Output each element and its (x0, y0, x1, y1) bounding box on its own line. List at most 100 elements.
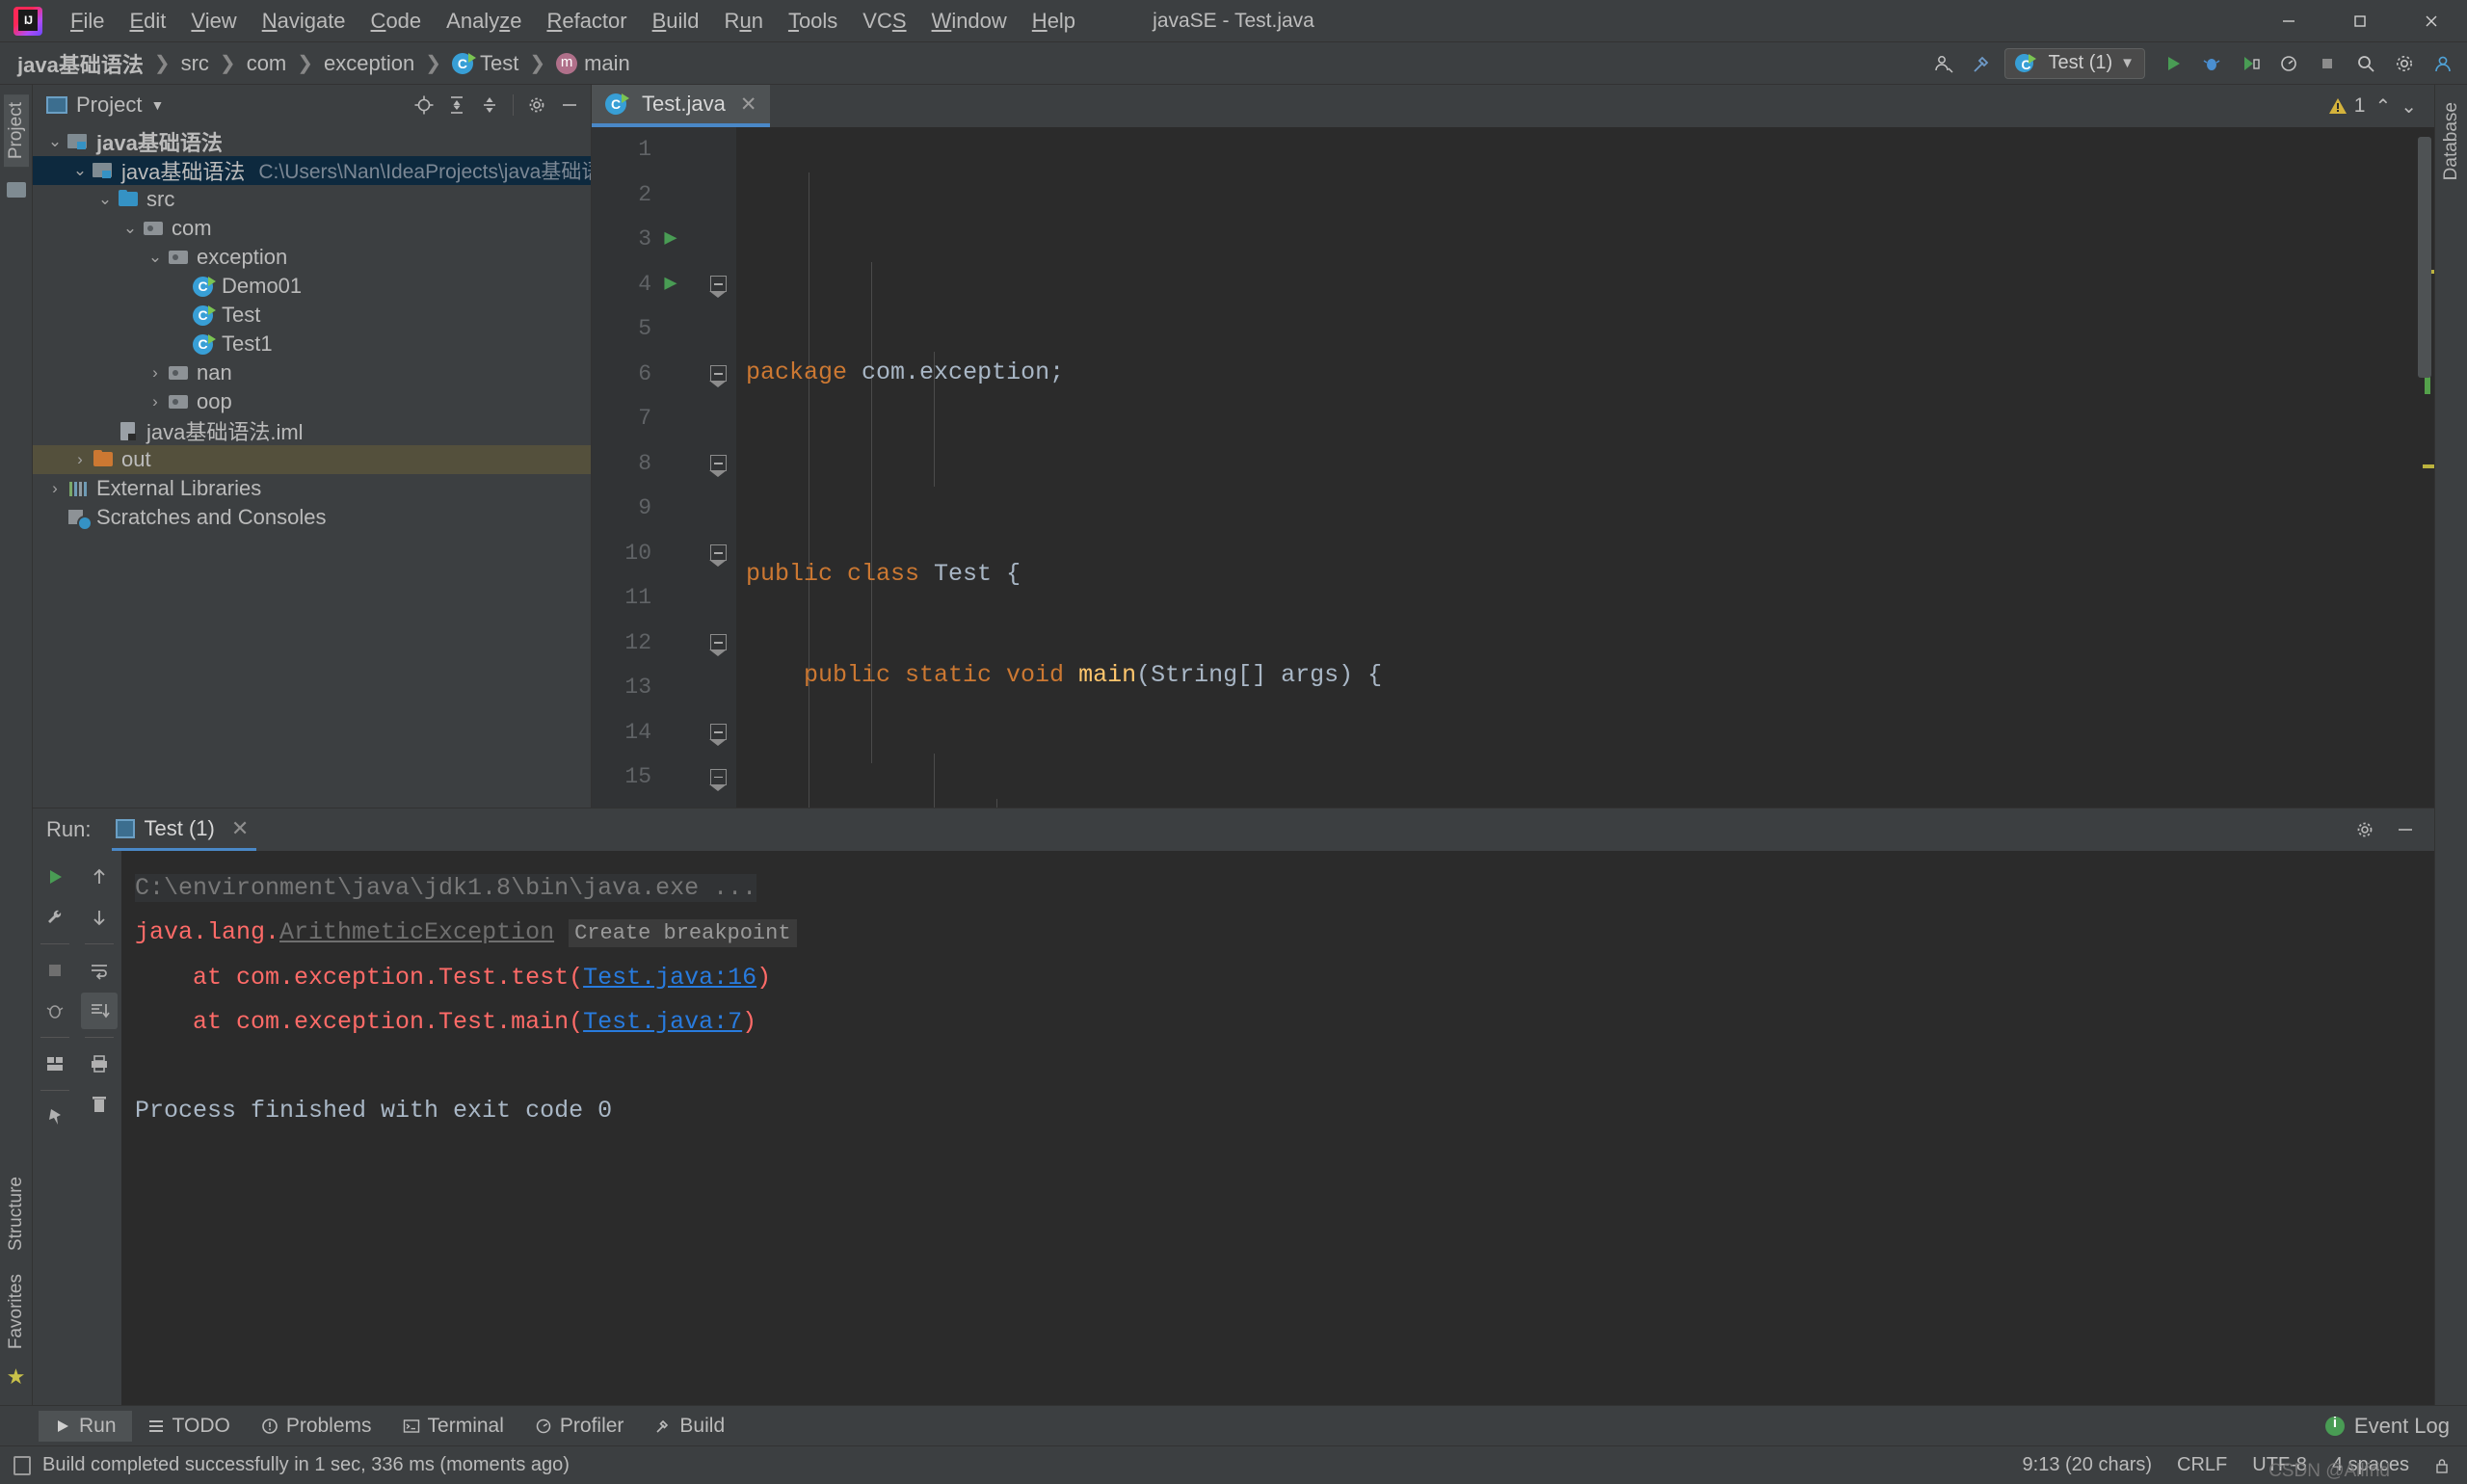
tree-row-src[interactable]: ⌄ src (33, 185, 591, 214)
tree-row-scratches[interactable]: Scratches and Consoles (33, 503, 591, 532)
scroll-to-end-icon[interactable] (81, 993, 118, 1029)
line-separator[interactable]: CRLF (2177, 1454, 2227, 1476)
close-icon[interactable]: ✕ (231, 816, 249, 841)
tool-button-todo[interactable]: TODO (132, 1411, 246, 1442)
tree-row-oop[interactable]: › oop (33, 387, 591, 416)
fold-icon[interactable] (707, 766, 729, 791)
editor-gutter[interactable]: 1 2 3 ▶ 4 ▶ 5 6 7 8 9 10 11 12 13 14 15 (592, 127, 736, 808)
console-output[interactable]: C:\environment\java\jdk1.8\bin\java.exe … (121, 851, 2434, 1405)
user-settings-icon[interactable] (1927, 47, 1960, 80)
close-icon[interactable]: ✕ (740, 93, 757, 117)
breadcrumb-item-src[interactable]: src (177, 49, 213, 78)
fold-icon[interactable] (707, 274, 729, 299)
run-icon[interactable] (2157, 47, 2189, 80)
wrench-settings-icon[interactable] (37, 899, 73, 936)
scrollbar-thumb[interactable] (2418, 137, 2431, 378)
stacktrace-link[interactable]: Test.java:16 (583, 964, 756, 992)
chevron-down-icon[interactable]: ⌄ (143, 248, 168, 267)
create-breakpoint-badge[interactable]: Create breakpoint (569, 919, 797, 947)
code-editor[interactable]: 1 2 3 ▶ 4 ▶ 5 6 7 8 9 10 11 12 13 14 15 … (592, 127, 2434, 808)
event-log-button[interactable]: Event Log (2324, 1414, 2450, 1439)
tree-row-exception[interactable]: ⌄ exception (33, 243, 591, 272)
caret-position[interactable]: 9:13 (20 chars) (2023, 1454, 2153, 1476)
maximize-button[interactable] (2324, 0, 2396, 42)
menu-refactor[interactable]: Refactor (534, 5, 639, 38)
collapse-all-icon[interactable] (474, 90, 505, 120)
sidebar-tab-favorites[interactable]: Favorites (4, 1266, 29, 1357)
stop-icon[interactable] (2311, 47, 2344, 80)
run-gutter-icon[interactable]: ▶ (651, 273, 690, 295)
menu-help[interactable]: Help (1020, 5, 1088, 38)
tree-row-nan[interactable]: › nan (33, 358, 591, 387)
settings-gear-icon[interactable] (2349, 814, 2380, 845)
pin-icon[interactable] (37, 1099, 73, 1135)
menu-run[interactable]: Run (712, 5, 776, 38)
chevron-down-icon[interactable]: ⌄ (93, 190, 118, 209)
sidebar-tab-database[interactable]: Database (2439, 94, 2464, 188)
warning-badge[interactable]: 1 (2327, 94, 2365, 118)
chevron-down-icon[interactable]: ⌄ (67, 161, 93, 180)
scroll-up-icon[interactable] (81, 859, 118, 895)
inspection-prev-icon[interactable]: ⌃ (2374, 94, 2391, 119)
run-tab-test[interactable]: Test (1) ✕ (112, 809, 257, 851)
tree-row-external-libraries[interactable]: › External Libraries (33, 474, 591, 503)
sidebar-tab-project[interactable]: Project (3, 94, 29, 168)
settings-gear-icon[interactable] (521, 90, 552, 120)
code-text-area[interactable]: package com.exception; public class Test… (736, 127, 2434, 808)
chevron-down-icon[interactable]: ⌄ (118, 219, 143, 238)
minimize-button[interactable] (2253, 0, 2324, 42)
profiler-icon[interactable] (2272, 47, 2305, 80)
menu-code[interactable]: Code (358, 5, 435, 38)
account-icon[interactable] (2427, 47, 2459, 80)
menu-view[interactable]: View (178, 5, 249, 38)
breadcrumb-item-exception[interactable]: exception (320, 49, 418, 78)
stacktrace-link[interactable]: Test.java:7 (583, 1008, 742, 1036)
chevron-right-icon[interactable]: › (67, 450, 93, 469)
tree-row-test[interactable]: Test (33, 301, 591, 330)
run-gutter-icon[interactable]: ▶ (651, 228, 690, 250)
tree-row-com[interactable]: ⌄ com (33, 214, 591, 243)
run-configuration-selector[interactable]: Test (1) ▼ (2004, 47, 2145, 79)
editor-scrollbar[interactable] (2413, 127, 2434, 808)
soft-wrap-icon[interactable] (81, 952, 118, 989)
menu-vcs[interactable]: VCS (850, 5, 918, 38)
tool-button-terminal[interactable]: Terminal (387, 1411, 519, 1442)
breadcrumb-item-project[interactable]: java基础语法 (13, 46, 147, 81)
menu-navigate[interactable]: Navigate (250, 5, 358, 38)
hide-panel-icon[interactable] (2390, 814, 2421, 845)
hide-panel-icon[interactable] (554, 90, 585, 120)
fold-icon[interactable] (707, 363, 729, 388)
hammer-build-icon[interactable] (1966, 47, 1999, 80)
menu-tools[interactable]: Tools (776, 5, 850, 38)
rerun-icon[interactable] (37, 859, 73, 895)
exception-name-link[interactable]: ArithmeticException (279, 918, 554, 946)
clear-all-icon[interactable] (81, 1086, 118, 1123)
tool-button-build[interactable]: Build (639, 1411, 740, 1442)
tool-button-run[interactable]: Run (39, 1410, 132, 1442)
inspection-next-icon[interactable]: ⌄ (2401, 94, 2417, 119)
tool-button-profiler[interactable]: Profiler (519, 1411, 640, 1442)
tool-button-problems[interactable]: Problems (246, 1411, 387, 1442)
debug-icon[interactable] (37, 993, 73, 1029)
tree-row-module[interactable]: ⌄ java基础语法 C:\Users\Nan\IdeaProjects\jav… (33, 156, 591, 185)
run-coverage-icon[interactable] (2234, 47, 2267, 80)
breadcrumb-item-main[interactable]: main (552, 49, 634, 78)
debug-icon[interactable] (2195, 47, 2228, 80)
breadcrumb-item-test[interactable]: Test (448, 49, 522, 78)
layout-icon[interactable] (37, 1046, 73, 1082)
fold-icon[interactable] (707, 543, 729, 568)
scroll-down-icon[interactable] (81, 899, 118, 936)
menu-file[interactable]: File (58, 5, 117, 38)
chevron-right-icon[interactable]: › (143, 392, 168, 411)
tree-row-iml[interactable]: java基础语法.iml (33, 416, 591, 445)
tree-row-out[interactable]: › out (33, 445, 591, 474)
project-panel-title[interactable]: Project ▼ (46, 93, 164, 118)
menu-analyze[interactable]: Analyze (434, 5, 534, 38)
fold-icon[interactable] (707, 453, 729, 478)
print-icon[interactable] (81, 1046, 118, 1082)
locate-icon[interactable] (409, 90, 439, 120)
menu-edit[interactable]: Edit (117, 5, 178, 38)
sidebar-tab-structure[interactable]: Structure (4, 1169, 29, 1259)
menu-build[interactable]: Build (640, 5, 712, 38)
close-button[interactable] (2396, 0, 2467, 42)
